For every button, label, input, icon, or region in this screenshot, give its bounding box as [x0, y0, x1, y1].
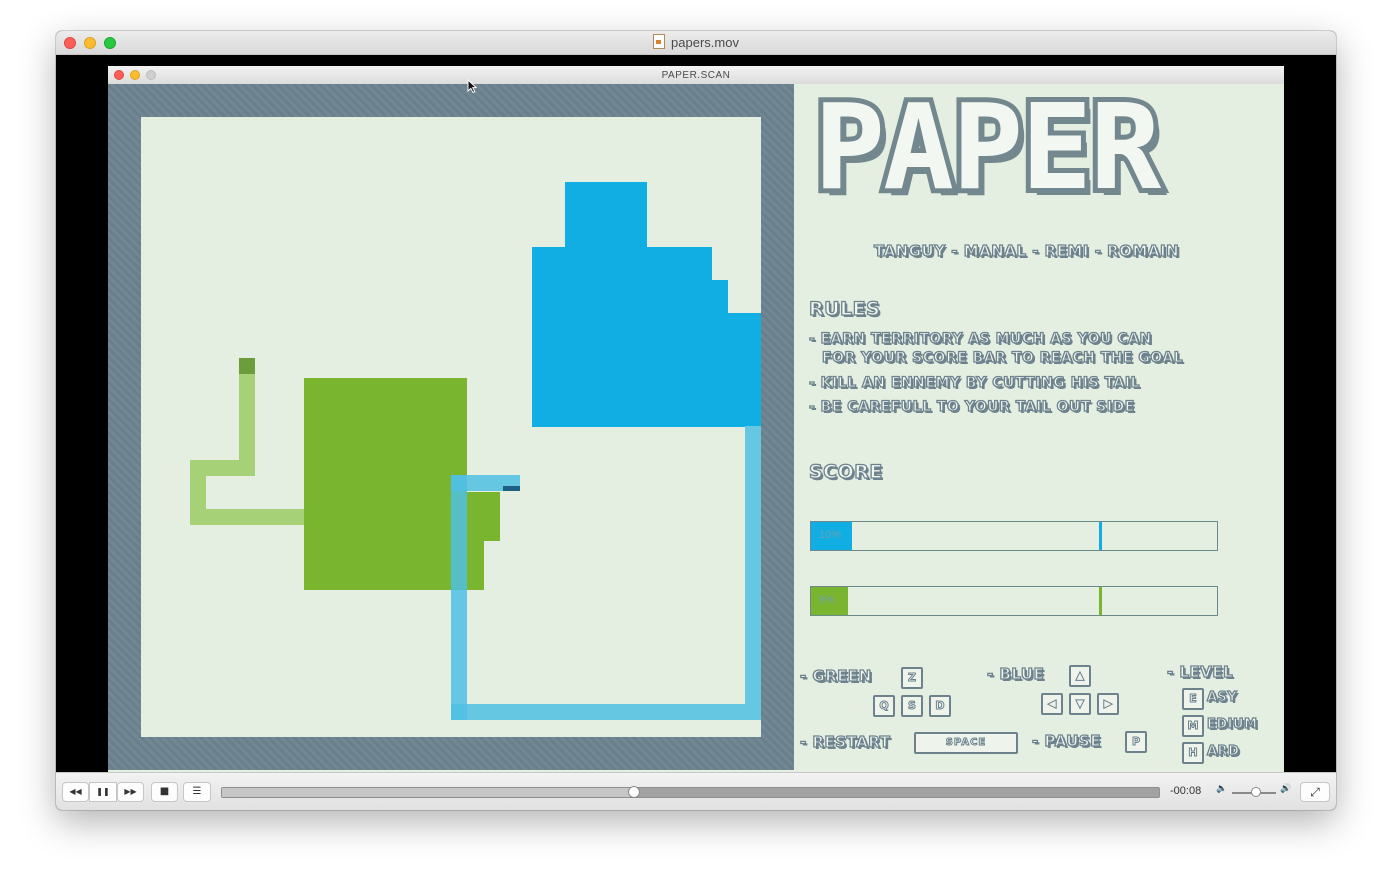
blue-tail	[451, 475, 467, 720]
key-space: SPACE	[914, 732, 1018, 754]
game-logo: PAPER	[809, 78, 1166, 216]
level-label: - LEVEL	[1166, 662, 1234, 681]
level-hard[interactable]: ARD	[1206, 743, 1239, 759]
chapters-button[interactable]: ☰	[183, 782, 211, 802]
green-goal-marker	[1099, 587, 1103, 615]
game-board[interactable]	[141, 117, 761, 737]
arrow-down-key-icon: ▼	[1069, 693, 1091, 715]
key-p: P	[1125, 731, 1147, 753]
mouse-pointer-icon	[467, 79, 477, 93]
score-heading: SCORE	[808, 460, 883, 483]
time-remaining: -00:08	[1170, 785, 1202, 797]
forward-button[interactable]: ▶▶	[117, 782, 144, 802]
credits: TANGUY - MANAL - REMI - ROMAIN	[873, 241, 1180, 260]
key-z: Z	[901, 667, 923, 689]
playback-controls: ◀◀ ❚❚ ▶▶ ■ ☰ -00:08 🔈 🔊 ⤢	[56, 772, 1336, 810]
info-panel: PAPER TANGUY - MANAL - REMI - ROMAIN RUL…	[794, 78, 1284, 770]
player-window: papers.mov PAPER.SCAN PAPER TANGUY - MAN…	[56, 31, 1336, 810]
seek-bar-played	[222, 788, 635, 797]
blue-tail	[745, 426, 761, 720]
fullscreen-button[interactable]: ⤢	[1300, 782, 1330, 802]
green-tail	[190, 509, 305, 525]
window-title-text: papers.mov	[671, 35, 739, 50]
green-score-bar: 9%	[810, 586, 1218, 616]
blue-controls-label: - BLUE	[986, 664, 1045, 683]
rules-heading: RULES	[808, 297, 881, 320]
restart-label: - RESTART	[799, 732, 891, 751]
green-territory	[304, 378, 467, 590]
key-h[interactable]: H	[1182, 742, 1204, 764]
green-territory	[466, 540, 484, 590]
player-titlebar[interactable]: papers.mov	[56, 31, 1336, 55]
arrow-left-key-icon: ◀	[1041, 693, 1063, 715]
rule-line: - BE CAREFULL TO YOUR TAIL OUT SIDE	[808, 398, 1135, 415]
green-controls-label: - GREEN	[799, 666, 872, 685]
key-e[interactable]: E	[1182, 688, 1204, 710]
blue-score-bar: 10%	[810, 521, 1218, 551]
pause-button[interactable]: ❚❚	[89, 782, 117, 802]
blue-player-head	[503, 486, 520, 491]
level-medium[interactable]: EDIUM	[1206, 716, 1257, 732]
volume-handle[interactable]	[1251, 787, 1262, 797]
pause-label: - PAUSE	[1031, 731, 1101, 750]
volume-high-icon: 🔊	[1280, 784, 1292, 794]
key-d: D	[929, 695, 951, 717]
key-s: S	[901, 695, 923, 717]
rule-line: - EARN TERRITORY AS MUCH AS YOU CAN	[808, 330, 1152, 347]
green-territory	[466, 492, 500, 541]
seek-bar[interactable]	[221, 787, 1160, 798]
blue-territory	[711, 280, 728, 427]
rewind-button[interactable]: ◀◀	[62, 782, 89, 802]
blue-territory	[727, 313, 761, 427]
rule-line: FOR YOUR SCORE BAR TO REACH THE GOAL	[821, 349, 1184, 366]
game-window: PAPER.SCAN PAPER TANGUY - MANAL - REMI -…	[108, 66, 1284, 772]
key-q: Q	[873, 695, 895, 717]
stop-button[interactable]: ■	[151, 782, 178, 802]
blue-territory	[532, 247, 712, 427]
arrow-right-key-icon: ▶	[1097, 693, 1119, 715]
window-title: papers.mov	[56, 31, 1336, 54]
volume-low-icon: 🔈	[1216, 784, 1228, 794]
rule-line: - KILL AN ENNEMY BY CUTTING HIS TAIL	[808, 374, 1140, 391]
movie-file-icon	[653, 34, 666, 49]
blue-tail	[451, 704, 761, 720]
green-player-head	[239, 358, 255, 374]
arrow-up-key-icon: ▲	[1069, 665, 1091, 687]
blue-territory	[565, 182, 647, 248]
game-board-frame	[108, 84, 794, 770]
blue-goal-marker	[1099, 522, 1103, 550]
level-easy[interactable]: ASY	[1206, 689, 1237, 705]
green-score-percent: 9%	[819, 594, 835, 606]
key-m[interactable]: M	[1182, 715, 1204, 737]
blue-score-percent: 10%	[819, 529, 842, 541]
